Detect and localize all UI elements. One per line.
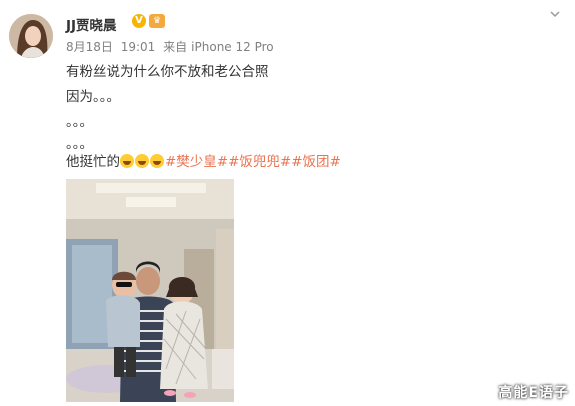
hashtag-link[interactable]: #饭团# — [291, 154, 341, 170]
source-prefix: 来自 — [163, 40, 188, 54]
post-date[interactable]: 8月18日 — [66, 40, 113, 54]
username[interactable]: JJ贾晓晨 — [66, 14, 117, 34]
post-text-line: 。。。 — [66, 114, 93, 130]
hashtag-link[interactable]: #饭兜兜# — [228, 154, 291, 170]
hashtag-link[interactable]: #樊少皇# — [165, 154, 228, 170]
chevron-down-icon[interactable] — [549, 8, 561, 20]
laugh-cry-emoji-icon — [150, 154, 164, 168]
member-crown-icon[interactable]: ♛ — [149, 14, 165, 28]
watermark: 高能E语子 — [498, 385, 569, 401]
post-text: 他挺忙的 — [66, 154, 120, 170]
verified-v-icon: V — [132, 14, 146, 28]
post-text-line: 因为。。。 — [66, 89, 120, 105]
post-meta: 8月18日 19:01 来自 iPhone 12 Pro — [66, 38, 278, 55]
laugh-cry-emoji-icon — [120, 154, 134, 168]
post-text-line: 有粉丝说为什么你不放和老公合照 — [66, 64, 269, 80]
post-time[interactable]: 19:01 — [121, 40, 156, 54]
avatar[interactable] — [9, 14, 53, 58]
post-text-line: 。。。 — [66, 136, 93, 152]
post-photo[interactable] — [66, 179, 234, 402]
post-text-line-tags: 他挺忙的 #樊少皇##饭兜兜##饭团# — [66, 150, 341, 170]
post-source: iPhone 12 Pro — [191, 40, 274, 54]
laugh-cry-emoji-icon — [135, 154, 149, 168]
